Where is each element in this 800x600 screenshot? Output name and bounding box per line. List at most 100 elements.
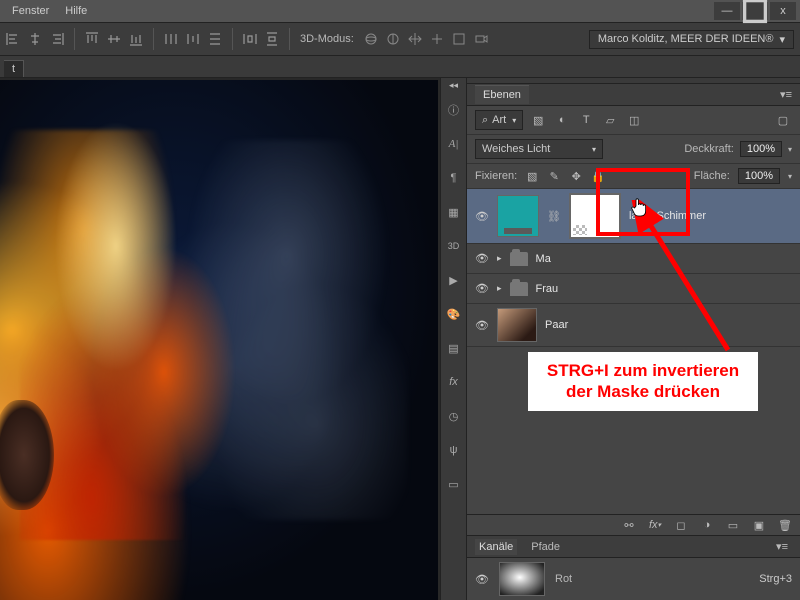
add-mask-icon[interactable]: ◻ <box>674 518 688 532</box>
new-layer-icon[interactable]: ▣ <box>752 518 766 532</box>
layer-filter-dropdown[interactable]: ⌕ Art ▾ <box>475 110 523 130</box>
paragraph-panel-icon[interactable]: ¶ <box>446 170 462 186</box>
new-group-icon[interactable]: ▭ <box>726 518 740 532</box>
notes-panel-icon[interactable]: ▭ <box>446 476 462 492</box>
visibility-toggle-icon[interactable]: 👁 <box>475 572 489 586</box>
opacity-value[interactable]: 100% <box>740 141 782 157</box>
align-center-h-icon[interactable] <box>28 32 42 46</box>
lock-position-icon[interactable]: ✥ <box>569 169 583 183</box>
channels-tab[interactable]: Kanäle <box>475 539 517 555</box>
align-left-icon[interactable] <box>6 32 20 46</box>
twist-right-icon[interactable]: ▸ <box>497 283 502 294</box>
channel-shortcut: Strg+3 <box>759 573 792 585</box>
blend-opacity-row: Weiches Licht ▾ Deckkraft: 100% ▾ <box>467 135 800 164</box>
distribute-center-icon[interactable] <box>186 32 200 46</box>
info-panel-icon[interactable]: ⓘ <box>446 102 462 118</box>
camera-3d-icon[interactable] <box>474 32 488 46</box>
layer-thumbnail[interactable] <box>497 195 539 237</box>
link-mask-icon[interactable]: ⛓ <box>547 210 561 223</box>
device-panel-icon[interactable]: ψ <box>446 442 462 458</box>
distribute-space-icon[interactable] <box>243 32 257 46</box>
delete-layer-icon[interactable]: 🗑 <box>778 518 792 532</box>
layers-panel-header: Ebenen ▾≡ <box>467 84 800 106</box>
chevron-down-icon: ▾ <box>592 145 596 154</box>
window-minimize-button[interactable]: — <box>714 2 740 20</box>
lock-fill-row: Fixieren: ▧ ✎ ✥ 🔒 Fläche: 100% ▾ <box>467 164 800 189</box>
channel-thumbnail <box>499 562 545 596</box>
fx-menu-icon[interactable]: fx▾ <box>648 518 662 532</box>
collapsed-palette-column: ◂◂ ⓘ A| ¶ ▦ 3D ▶ 🎨 ▤ fx ◷ ψ ▭ <box>440 78 466 600</box>
chevron-down-icon: ▾ <box>512 116 516 125</box>
distribute-space-v-icon[interactable] <box>265 32 279 46</box>
channel-row-rot[interactable]: 👁 Rot Strg+3 <box>467 558 800 600</box>
scale-3d-icon[interactable] <box>452 32 466 46</box>
layers-tab[interactable]: Ebenen <box>475 85 529 104</box>
layer-thumbnail[interactable] <box>497 308 537 342</box>
visibility-toggle-icon[interactable]: 👁 <box>475 318 489 332</box>
filter-shape-icon[interactable]: ▱ <box>601 111 619 129</box>
threeD-panel-icon[interactable]: 3D <box>446 238 462 254</box>
layers-bottom-toolbar: ⚯ fx▾ ◻ ◑ ▭ ▣ 🗑 <box>467 514 800 535</box>
filter-text-icon[interactable]: T <box>577 111 595 129</box>
link-layers-icon[interactable]: ⚯ <box>622 518 636 532</box>
document-tab-bar: t <box>0 56 800 78</box>
layer-paar[interactable]: 👁 Paar <box>467 304 800 347</box>
visibility-toggle-icon[interactable]: 👁 <box>475 252 489 266</box>
filter-pixel-icon[interactable]: ▧ <box>529 111 547 129</box>
paths-tab[interactable]: Pfade <box>527 539 564 555</box>
history-panel-icon[interactable]: ◷ <box>446 408 462 424</box>
roll-3d-icon[interactable] <box>386 32 400 46</box>
blend-mode-dropdown[interactable]: Weiches Licht ▾ <box>475 139 603 159</box>
layer-group-ma[interactable]: 👁 ▸ Ma <box>467 244 800 274</box>
slide-3d-icon[interactable] <box>430 32 444 46</box>
align-right-icon[interactable] <box>50 32 64 46</box>
align-top-icon[interactable] <box>85 32 99 46</box>
brand-dropdown[interactable]: Marco Kolditz, MEER DER IDEEN® ▾ <box>589 30 794 49</box>
filter-smart-icon[interactable]: ◫ <box>625 111 643 129</box>
align-group <box>6 32 64 46</box>
styles-panel-icon[interactable]: ▤ <box>446 340 462 356</box>
fx-panel-icon[interactable]: fx <box>446 374 462 390</box>
filter-toggle-icon[interactable]: ▢ <box>774 111 792 129</box>
visibility-toggle-icon[interactable]: 👁 <box>475 209 489 223</box>
layers-filter-row: ⌕ Art ▾ ▧ ◐ T ▱ ◫ ▢ <box>467 106 800 135</box>
filter-adjust-icon[interactable]: ◐ <box>553 111 571 129</box>
fill-dropdown-icon[interactable]: ▾ <box>788 172 792 181</box>
visibility-toggle-icon[interactable]: 👁 <box>475 282 489 296</box>
layer-mask-thumbnail[interactable] <box>569 193 621 239</box>
lock-brush-icon[interactable]: ✎ <box>547 169 561 183</box>
menu-fenster[interactable]: Fenster <box>12 5 49 17</box>
menu-hilfe[interactable]: Hilfe <box>65 5 87 17</box>
document-tab[interactable]: t <box>4 60 24 77</box>
fill-value[interactable]: 100% <box>738 168 780 184</box>
pan-3d-icon[interactable] <box>408 32 422 46</box>
distribute-v-icon[interactable] <box>208 32 222 46</box>
timeline-panel-icon[interactable]: ▶ <box>446 272 462 288</box>
panels-column: Ebenen ▾≡ ⌕ Art ▾ ▧ ◐ T ▱ ◫ ▢ Weiches Li… <box>466 78 800 600</box>
annotation-text-1: STRG+I zum invertieren <box>547 361 739 380</box>
orbit-3d-icon[interactable] <box>364 32 378 46</box>
align-middle-icon[interactable] <box>107 32 121 46</box>
swatches-panel-icon[interactable]: ▦ <box>446 204 462 220</box>
channels-panel-menu-icon[interactable]: ▾≡ <box>772 538 792 555</box>
channels-panel: Kanäle Pfade ▾≡ 👁 Rot Strg+3 <box>467 535 800 600</box>
canvas-area[interactable] <box>0 78 440 600</box>
new-adjustment-icon[interactable]: ◑ <box>700 518 714 532</box>
panel-collapse-strip[interactable] <box>467 78 800 84</box>
color-panel-icon[interactable]: 🎨 <box>446 306 462 322</box>
opacity-dropdown-icon[interactable]: ▾ <box>788 145 792 154</box>
distribute-group <box>164 32 222 46</box>
window-controls: — x <box>714 2 796 20</box>
align-bottom-icon[interactable] <box>129 32 143 46</box>
collapse-toggle-icon[interactable]: ◂◂ <box>449 80 458 91</box>
twist-right-icon[interactable]: ▸ <box>497 253 502 264</box>
character-panel-icon[interactable]: A| <box>446 136 462 152</box>
window-maximize-button[interactable] <box>742 2 768 20</box>
distribute-h-icon[interactable] <box>164 32 178 46</box>
layer-group-frau[interactable]: 👁 ▸ Frau <box>467 274 800 304</box>
window-close-button[interactable]: x <box>770 2 796 20</box>
fire-render-2 <box>20 120 260 540</box>
layers-panel-menu-icon[interactable]: ▾≡ <box>780 88 792 101</box>
lock-all-icon[interactable]: 🔒 <box>591 169 605 183</box>
lock-pixels-icon[interactable]: ▧ <box>525 169 539 183</box>
